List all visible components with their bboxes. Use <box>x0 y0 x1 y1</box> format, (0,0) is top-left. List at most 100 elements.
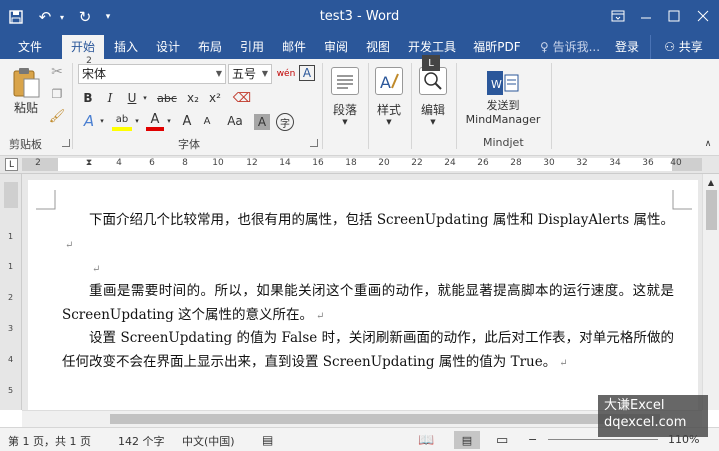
tell-me-box[interactable]: ♀ 告诉我... <box>536 35 604 59</box>
ruler-tick-label: 10 <box>212 158 224 168</box>
close-icon[interactable] <box>689 4 717 28</box>
grow-font-button[interactable]: A <box>180 111 194 131</box>
share-label: 共享 <box>678 40 703 54</box>
highlight-button[interactable]: ab <box>112 111 132 131</box>
bold-button[interactable]: B <box>80 89 96 107</box>
paragraph[interactable]: 设置 ScreenUpdating 的值为 False 时，关闭刷新画面的动作，… <box>62 326 674 376</box>
minimize-icon[interactable] <box>632 4 660 28</box>
paragraph-button[interactable]: 段落 ▼ <box>326 62 364 130</box>
collapse-ribbon-icon[interactable]: ∧ <box>702 139 714 149</box>
paragraph-mark-icon: ↵ <box>559 358 568 369</box>
chevron-down-icon: ▼ <box>215 69 222 78</box>
paragraph[interactable]: 重画是需要时间的。所以，如果能关闭这个重画的动作，就能显著提高脚本的运行速度。这… <box>62 279 674 329</box>
horizontal-ruler[interactable]: L 2 ⧗ 2 4 6 8 10 12 14 16 18 20 22 24 26… <box>0 56 719 174</box>
tab-foxit-pdf[interactable]: 福昕PDF <box>466 35 528 59</box>
share-button[interactable]: ⚇ 共享 <box>650 35 716 59</box>
save-icon[interactable] <box>4 6 28 28</box>
send-to-mindmanager-button[interactable]: W 发送到 MindManager <box>459 65 547 131</box>
clipboard-group-label: 剪贴板 <box>9 138 42 151</box>
tab-file[interactable]: 文件 <box>8 35 52 59</box>
subscript-button[interactable]: x₂ <box>183 89 203 107</box>
underline-button[interactable]: U <box>124 89 140 107</box>
vertical-ruler[interactable]: 1 1 2 3 4 5 <box>0 174 22 410</box>
paste-button[interactable]: 粘贴 <box>6 62 46 120</box>
web-layout-icon[interactable]: ▭ <box>496 433 508 448</box>
chevron-down-icon[interactable]: ▾ <box>165 111 173 131</box>
ruler-tick-label: 14 <box>279 158 291 168</box>
ruler-tick-label: 34 <box>609 158 621 168</box>
copy-icon[interactable]: ❐ <box>48 85 66 103</box>
undo-icon[interactable]: ↶ <box>34 6 56 28</box>
login-link[interactable]: 登录 <box>608 35 646 59</box>
clear-formatting-icon[interactable]: ⌫ <box>232 89 252 107</box>
horizontal-scroll-thumb[interactable] <box>110 414 660 424</box>
editing-button[interactable]: 编辑 ▼ <box>414 62 452 130</box>
tab-home[interactable]: 开始 <box>62 35 104 59</box>
clipboard-launcher-icon[interactable] <box>62 139 70 147</box>
tab-view[interactable]: 视图 <box>358 35 398 59</box>
font-size-combo[interactable]: 五号 ▼ <box>228 64 272 84</box>
tab-insert[interactable]: 插入 <box>106 35 146 59</box>
format-painter-icon[interactable]: 🖌 <box>48 107 66 125</box>
language-status[interactable]: 中文(中国) <box>182 433 235 449</box>
chevron-down-icon[interactable]: ▾ <box>133 111 141 131</box>
tab-layout[interactable]: 布局 <box>190 35 230 59</box>
document-area: 下面介绍几个比较常用，也很有用的属性，包括 ScreenUpdating 属性和… <box>22 174 702 420</box>
font-color-button[interactable]: A <box>146 111 164 131</box>
customize-icon[interactable]: ▾ <box>100 6 116 28</box>
person-icon: ⚇ <box>664 40 675 54</box>
phonetic-guide-button[interactable]: wén <box>275 63 297 85</box>
strikethrough-button[interactable]: abc <box>155 89 179 107</box>
vruler-tick-label: 3 <box>8 324 14 333</box>
cut-icon[interactable]: ✂ <box>48 63 66 81</box>
vruler-tick-label: 5 <box>8 386 14 395</box>
undo-dropdown-icon[interactable]: ▾ <box>56 6 68 28</box>
change-case-icon[interactable]: Aa <box>226 111 244 131</box>
watermark: 大谦Excel dqexcel.com <box>598 395 708 437</box>
print-layout-icon[interactable]: ▤ <box>454 431 480 449</box>
tab-selector-icon[interactable]: L <box>5 158 18 171</box>
tab-review[interactable]: 审阅 <box>316 35 356 59</box>
shrink-font-button[interactable]: A <box>200 111 214 131</box>
vruler-tick-label: 2 <box>8 293 14 302</box>
zoom-slider[interactable] <box>548 439 658 440</box>
vertical-scroll-thumb[interactable] <box>706 190 717 230</box>
page-count-status[interactable]: 第 1 页，共 1 页 <box>8 433 91 449</box>
maximize-icon[interactable] <box>660 4 688 28</box>
styles-button[interactable]: A 样式 ▼ <box>371 62 407 130</box>
character-shading-button[interactable]: A <box>254 114 270 130</box>
tab-mailings[interactable]: 邮件 <box>274 35 314 59</box>
ruler-tick-label: 16 <box>312 158 324 168</box>
font-name-value: 宋体 <box>82 67 107 81</box>
text-effects-button[interactable]: A <box>80 111 98 131</box>
tab-design[interactable]: 设计 <box>148 35 188 59</box>
word-count-status[interactable]: 142 个字 <box>118 433 165 449</box>
tell-me-placeholder: 告诉我... <box>552 40 601 54</box>
document-page[interactable]: 下面介绍几个比较常用，也很有用的属性，包括 ScreenUpdating 属性和… <box>28 180 698 420</box>
enclose-characters-button[interactable]: 字 <box>276 113 294 131</box>
font-size-value: 五号 <box>232 67 257 81</box>
superscript-button[interactable]: x² <box>205 89 225 107</box>
italic-button[interactable]: I <box>102 89 118 107</box>
tab-references[interactable]: 引用 <box>232 35 272 59</box>
first-line-indent-icon[interactable]: ⧗ <box>86 158 92 168</box>
paragraph-mark-icon: ↵ <box>316 311 325 322</box>
character-border-button[interactable]: A <box>299 65 315 81</box>
chevron-down-icon[interactable]: ▾ <box>98 111 106 131</box>
macro-record-icon[interactable]: ▤ <box>262 433 273 447</box>
group-divider <box>322 63 323 149</box>
read-mode-icon[interactable]: 📖 <box>418 433 434 448</box>
ribbon-display-icon[interactable] <box>604 4 632 28</box>
paragraph[interactable]: 下面介绍几个比较常用，也很有用的属性，包括 ScreenUpdating 属性和… <box>62 208 674 258</box>
scroll-up-icon[interactable]: ▲ <box>705 176 717 188</box>
watermark-line1: 大谦Excel <box>604 398 665 413</box>
font-launcher-icon[interactable] <box>310 139 318 147</box>
chevron-down-icon: ▼ <box>430 117 436 126</box>
zoom-out-icon[interactable]: − <box>528 433 537 446</box>
font-name-combo[interactable]: 宋体 ▼ <box>78 64 226 84</box>
ruler-tick-label: 8 <box>182 158 188 168</box>
chevron-down-icon[interactable]: ▾ <box>141 89 149 107</box>
vertical-scrollbar[interactable]: ▲ <box>702 174 719 410</box>
redo-icon[interactable]: ↻ <box>74 6 96 28</box>
paste-label: 粘贴 <box>13 100 38 115</box>
